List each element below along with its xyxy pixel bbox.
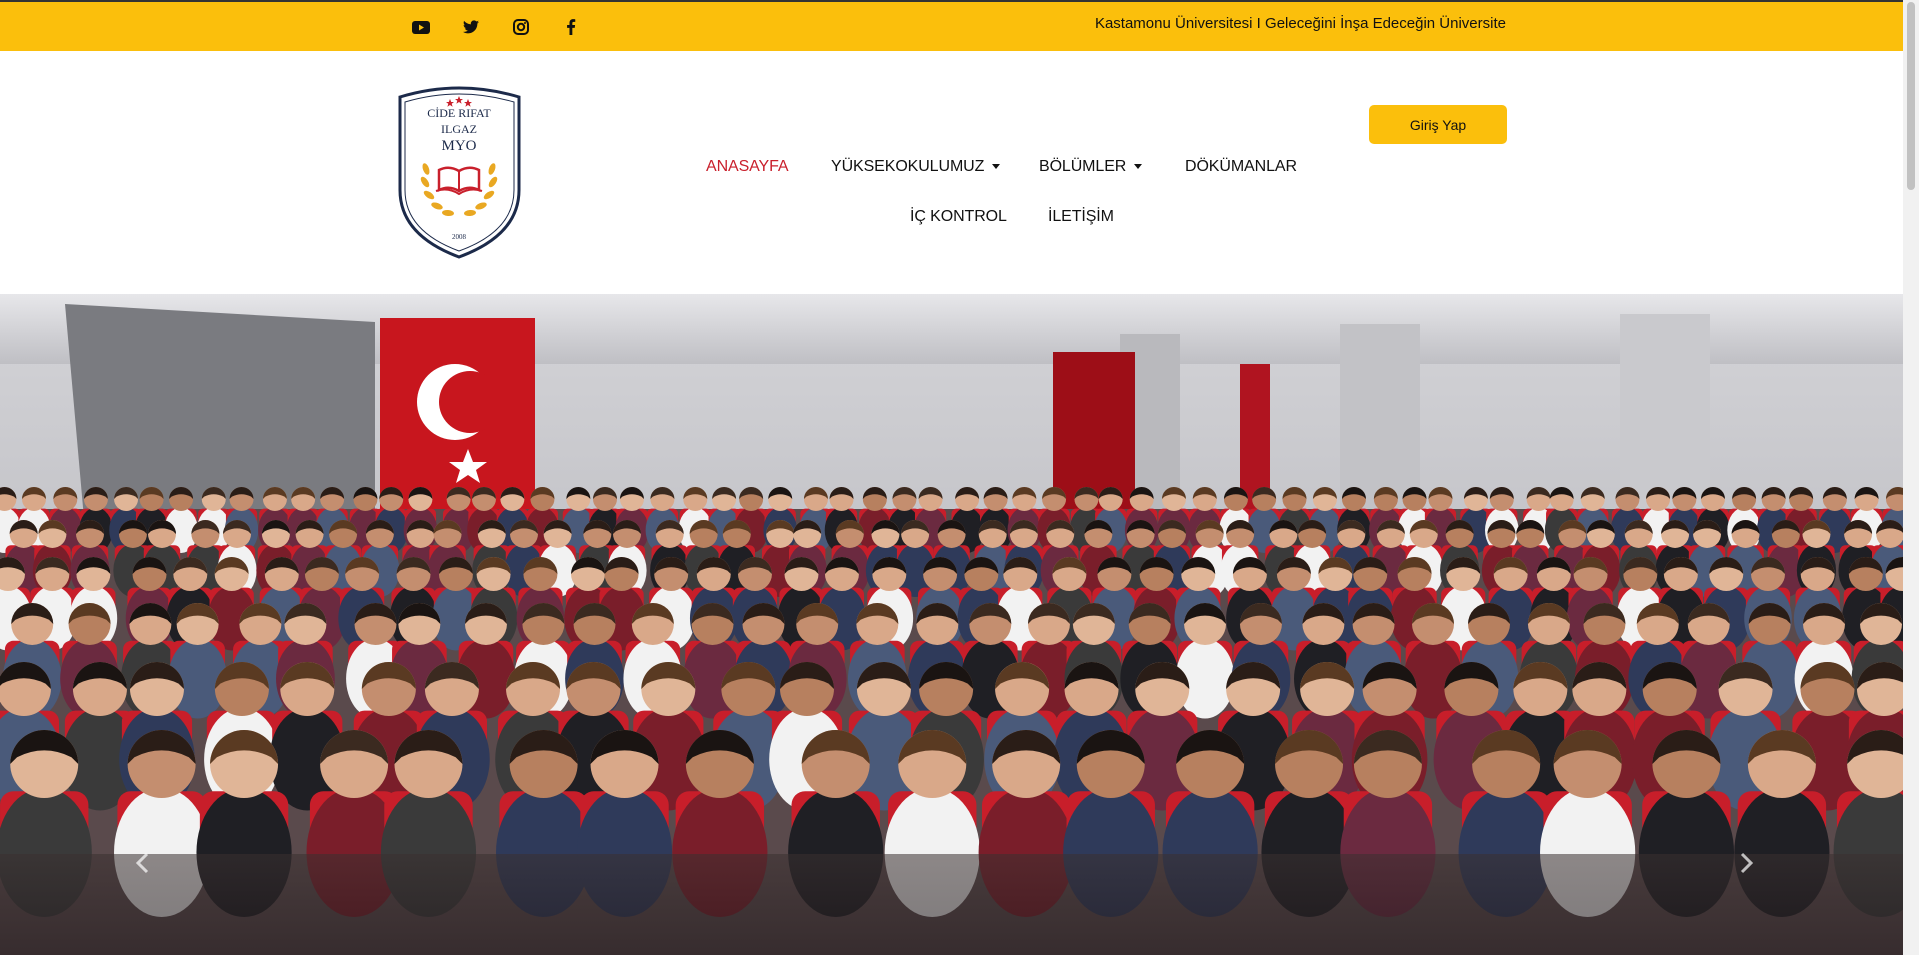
scrollbar[interactable] [1903,0,1919,955]
nav-label: DÖKÜMANLAR [1185,158,1297,175]
page: Kastamonu Üniversitesi I Geleceğini İnşa… [0,0,1903,955]
school-logo[interactable]: CİDE RIFAT ILGAZ MYO 2008 [392,85,527,265]
site-tagline: Kastamonu Üniversitesi I Geleceğini İnşa… [1094,15,1506,32]
login-button[interactable]: Giriş Yap [1369,105,1507,144]
nav-label: YÜKSEKOKULUMUZ [831,158,985,175]
chevron-left-icon[interactable] [130,851,154,875]
facebook-icon[interactable] [560,16,582,38]
nav-dokumanlar[interactable]: DÖKÜMANLAR [1185,158,1297,176]
hero-image [0,294,1903,955]
caret-down-icon [992,164,1001,170]
nav-label: BÖLÜMLER [1039,158,1127,175]
scrollbar-thumb[interactable] [1907,2,1915,190]
nav-yuksekokulumuz[interactable]: YÜKSEKOKULUMUZ [831,158,1001,176]
nav-label: İLETİŞİM [1048,208,1114,225]
chevron-right-icon[interactable] [1735,851,1759,875]
site-header: CİDE RIFAT ILGAZ MYO 2008 ANASAYFA YÜKSE… [0,51,1903,294]
nav-ic-kontrol[interactable]: İÇ KONTROL [910,208,1007,226]
nav-bolumler[interactable]: BÖLÜMLER [1039,158,1143,176]
svg-text:CİDE RIFAT: CİDE RIFAT [427,106,491,120]
instagram-icon[interactable] [510,16,532,38]
nav-label: ANASAYFA [706,158,789,175]
youtube-icon[interactable] [410,16,432,38]
svg-text:ILGAZ: ILGAZ [441,122,477,136]
hero-slider [0,294,1903,955]
top-bar: Kastamonu Üniversitesi I Geleceğini İnşa… [0,0,1903,51]
svg-text:2008: 2008 [452,233,467,241]
nav-label: İÇ KONTROL [910,208,1007,225]
svg-text:MYO: MYO [441,138,476,154]
twitter-icon[interactable] [460,16,482,38]
nav-anasayfa[interactable]: ANASAYFA [706,158,789,176]
nav-iletisim[interactable]: İLETİŞİM [1048,208,1114,226]
caret-down-icon [1134,164,1143,170]
